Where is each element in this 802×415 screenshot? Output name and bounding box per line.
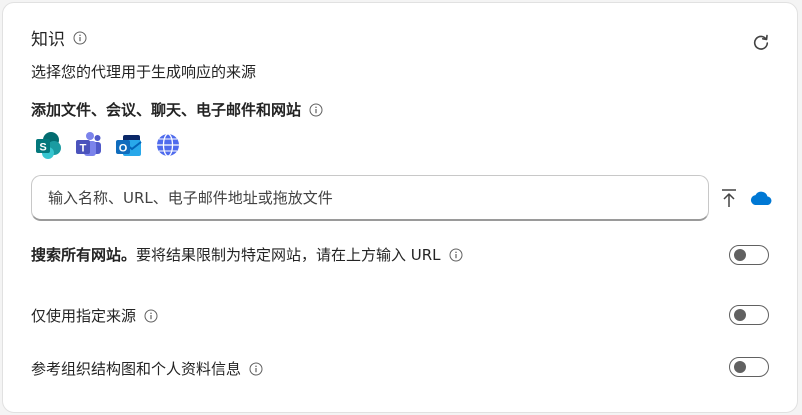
org-chart-toggle[interactable] (729, 357, 769, 377)
only-specified-sources-row: 仅使用指定来源 (31, 305, 158, 326)
info-icon[interactable] (309, 103, 323, 117)
org-chart-row: 参考组织结构图和个人资料信息 (31, 358, 263, 379)
knowledge-title: 知识 (31, 30, 65, 50)
only-specified-sources-label: 仅使用指定来源 (31, 307, 137, 325)
teams-icon[interactable]: T (73, 130, 103, 160)
onedrive-icon[interactable] (749, 189, 773, 207)
search-all-sites-bold: 搜索所有网站。 (31, 246, 137, 264)
search-all-sites-description: 要将结果限制为特定网站，请在上方输入 URL (136, 246, 441, 264)
refresh-icon[interactable] (751, 33, 771, 53)
knowledge-subtitle: 选择您的代理用于生成响应的来源 (31, 63, 257, 81)
outlook-icon[interactable]: O (113, 130, 143, 160)
source-search-input[interactable]: 输入名称、URL、电子邮件地址或拖放文件 (31, 175, 709, 221)
toggle-knob (734, 249, 746, 261)
sharepoint-icon[interactable]: S (33, 130, 63, 160)
upload-icon[interactable] (719, 187, 739, 209)
toggle-knob (734, 361, 746, 373)
info-icon[interactable] (144, 309, 158, 323)
info-icon[interactable] (249, 362, 263, 376)
globe-icon[interactable] (153, 130, 183, 160)
knowledge-header: 知识 (31, 25, 87, 50)
only-specified-sources-toggle[interactable] (729, 305, 769, 325)
knowledge-card: 知识 选择您的代理用于生成响应的来源 添加文件、会议、聊天、电子邮件和网站 S (2, 2, 798, 413)
org-chart-label: 参考组织结构图和个人资料信息 (31, 360, 242, 378)
search-all-sites-text: 搜索所有网站。要将结果限制为特定网站，请在上方输入 URL (31, 244, 441, 265)
search-all-sites-row: 搜索所有网站。要将结果限制为特定网站，请在上方输入 URL (31, 244, 463, 265)
svg-text:O: O (119, 143, 128, 155)
add-sources-header: 添加文件、会议、聊天、电子邮件和网站 (31, 99, 323, 120)
search-all-sites-toggle[interactable] (729, 245, 769, 265)
svg-text:S: S (39, 142, 46, 154)
info-icon[interactable] (449, 248, 463, 262)
source-icons: S T O (33, 130, 183, 160)
source-search-placeholder: 输入名称、URL、电子邮件地址或拖放文件 (48, 189, 333, 207)
info-icon[interactable] (73, 31, 87, 45)
add-sources-label: 添加文件、会议、聊天、电子邮件和网站 (31, 101, 302, 119)
toggle-knob (734, 309, 746, 321)
svg-text:T: T (80, 143, 87, 155)
